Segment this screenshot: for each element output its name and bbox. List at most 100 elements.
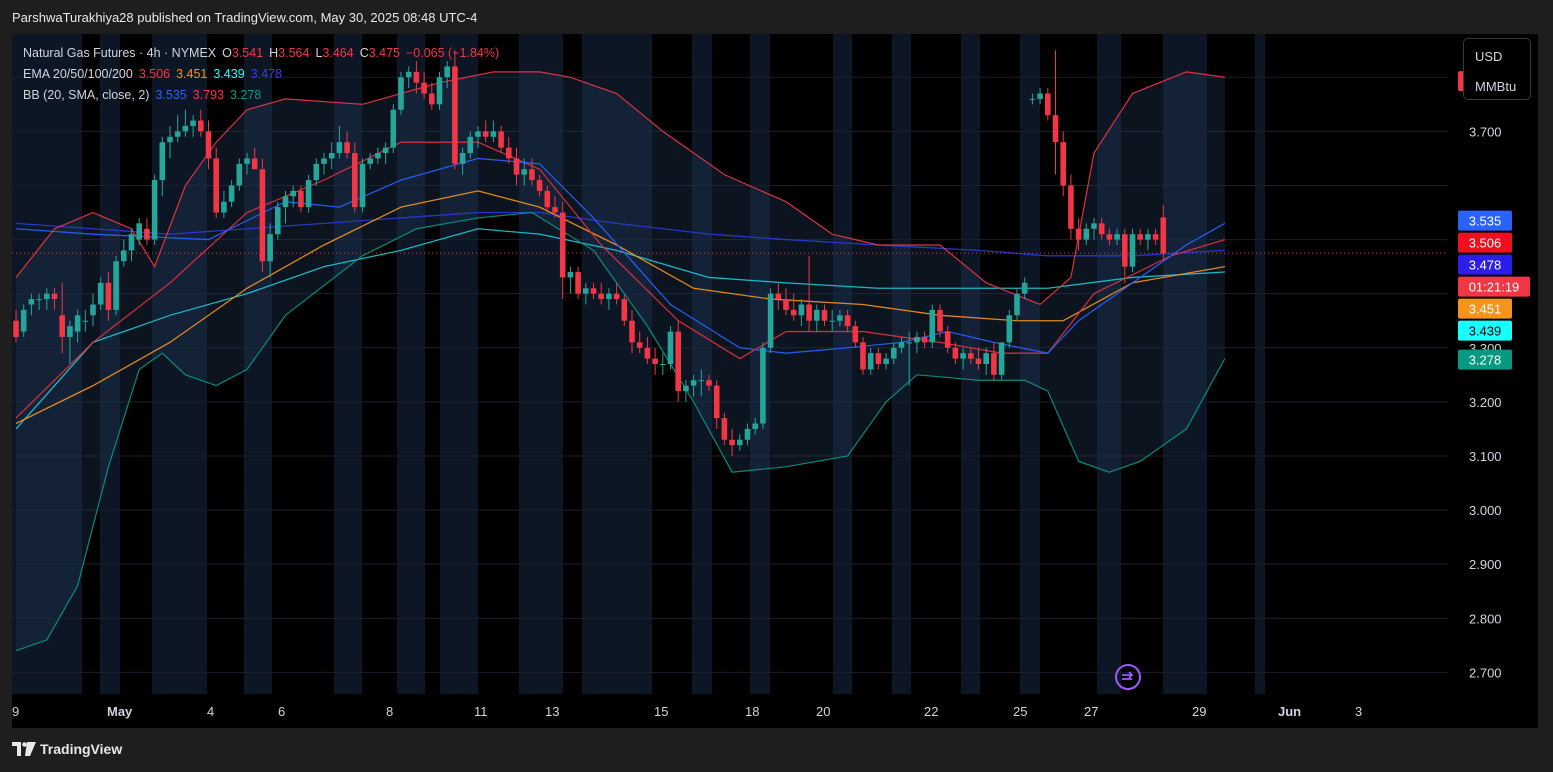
candle — [151, 174, 158, 245]
price-badge-label: 3.478 — [1469, 258, 1502, 273]
candle-body — [13, 320, 19, 337]
candle-body — [621, 299, 628, 321]
candle — [767, 288, 774, 354]
candle-body — [321, 158, 327, 164]
candle-body — [236, 163, 243, 186]
candle-body — [97, 282, 104, 305]
candle-body — [891, 347, 897, 359]
candle-body — [59, 315, 65, 337]
candle-body — [660, 364, 666, 365]
candle-body — [413, 71, 420, 83]
candle-body — [1052, 115, 1059, 143]
candle-body — [1060, 142, 1066, 186]
chart-frame[interactable]: 3.700 3.300 3.200 3.100 3.000 2.900 2.800 2.700… — [12, 34, 1538, 728]
candle-body — [74, 315, 81, 332]
candle-body — [498, 131, 504, 148]
price-tick-label: 3.000 — [1469, 503, 1502, 518]
unit-selector[interactable]: USD MMBtu — [1463, 38, 1531, 100]
candle-body — [275, 207, 281, 235]
candle-body — [737, 439, 743, 446]
candle-body — [359, 163, 366, 208]
candle — [275, 201, 281, 240]
price-tick-label: 3.100 — [1469, 449, 1502, 464]
candle-body — [28, 299, 35, 305]
candle-body — [105, 282, 112, 310]
candle — [1068, 174, 1074, 240]
candle-body — [760, 347, 766, 424]
candle-body — [829, 320, 835, 322]
candle-body — [1075, 228, 1082, 240]
candle-body — [421, 82, 427, 94]
price-badge-label: 3.451 — [1469, 302, 1502, 317]
candle-body — [459, 153, 466, 164]
candle-body — [1152, 234, 1159, 240]
candle-body — [452, 66, 458, 164]
unit-measure[interactable]: MMBtu — [1475, 79, 1516, 94]
candle-body — [136, 223, 142, 240]
legend-close: 3.475 — [368, 46, 400, 60]
legend-ema20: 3.506 — [138, 67, 171, 81]
candle — [575, 266, 581, 300]
legend-bb-upper: 3.793 — [192, 88, 224, 102]
time-tick-label: 6 — [278, 704, 285, 719]
time-tick-label: 27 — [1084, 704, 1098, 719]
legend-bb-basis: 3.535 — [155, 88, 187, 102]
candle-body — [906, 342, 912, 344]
candle-body — [305, 180, 312, 208]
legend-ema-line[interactable]: EMA 20/50/100/200 3.506 3.451 3.439 3.478 — [23, 67, 288, 81]
candle — [760, 342, 766, 429]
legend-open: 3.541 — [231, 46, 264, 60]
candle-body — [44, 293, 50, 300]
candle-body — [1106, 234, 1113, 240]
candle-body — [814, 309, 820, 321]
candle — [113, 255, 119, 316]
legend-bb-line[interactable]: BB (20, SMA, close, 2) 3.535 3.793 3.278 — [23, 88, 267, 102]
legend-bb-name: BB (20, SMA, close, 2) — [23, 88, 150, 102]
tradingview-logo-icon — [12, 742, 36, 756]
unit-currency[interactable]: USD — [1475, 49, 1502, 64]
candle-body — [867, 353, 874, 370]
candle-body — [174, 131, 181, 137]
candle-body — [536, 180, 543, 191]
candle-body — [552, 207, 558, 213]
chart-canvas[interactable]: 3.7003.3003.2003.1003.0002.9002.8002.700… — [12, 34, 1538, 728]
price-badge-label: 3.278 — [1469, 353, 1502, 368]
candle-body — [775, 293, 782, 300]
candle — [860, 336, 866, 375]
candle-body — [675, 331, 681, 392]
candle-body — [790, 309, 797, 316]
time-tick-label: 11 — [474, 704, 488, 719]
candle-body — [429, 93, 435, 105]
time-axis: 9 May 4 6 8 11 13 15 18 20 22 25 27 29 Jun 3 — [12, 704, 1362, 719]
candle-body — [606, 293, 612, 300]
price-badges: 3.7933.5353.5063.47801:21:193.4513.4393.… — [1458, 71, 1530, 370]
candle-body — [559, 212, 566, 278]
candle-body — [698, 380, 705, 382]
candle-body — [644, 347, 651, 359]
candle-body — [251, 158, 258, 170]
time-tick-label: 29 — [1192, 704, 1206, 719]
candle-body — [1137, 234, 1143, 240]
candle-body — [151, 180, 158, 240]
candle-body — [983, 353, 989, 364]
legend-symbol-line[interactable]: Natural Gas Futures · 4h · NYMEX O3.541 H3… — [23, 46, 505, 60]
candle-body — [475, 131, 481, 137]
candle-body — [328, 153, 335, 159]
candle-body — [198, 120, 204, 132]
candle-body — [806, 304, 812, 321]
candle-body — [713, 385, 720, 419]
candle-body — [1037, 93, 1043, 99]
candle-body — [844, 315, 851, 327]
candle-body — [1068, 185, 1074, 229]
candle — [1060, 131, 1066, 197]
legend-change: −0.065 (−1.84%) — [406, 46, 500, 60]
candle — [259, 158, 266, 273]
legend-bb-lower: 3.278 — [230, 88, 262, 102]
candle-body — [629, 320, 635, 343]
legend-symbol: Natural Gas Futures · 4h · NYMEX — [23, 46, 217, 60]
candle-body — [352, 153, 358, 208]
candle-body — [1045, 93, 1051, 116]
candle-body — [752, 423, 758, 429]
candle-body — [852, 326, 859, 343]
candle-body — [405, 71, 412, 78]
